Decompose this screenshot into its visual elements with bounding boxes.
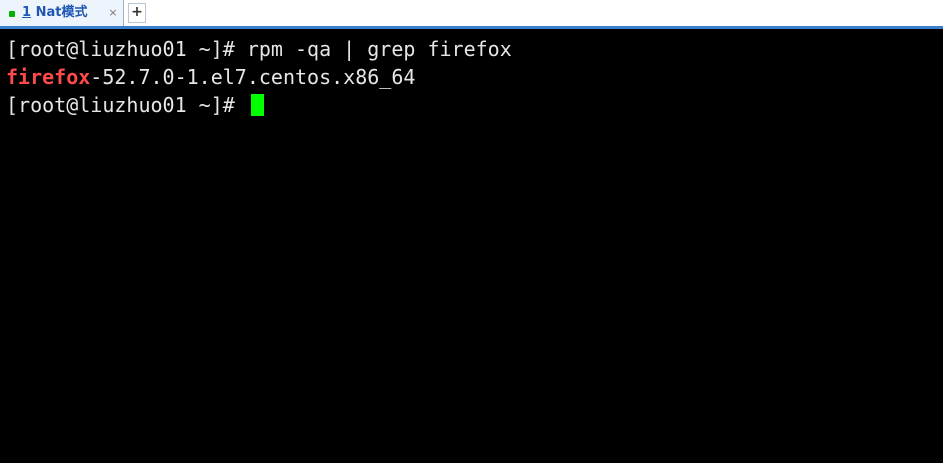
session-status-icon [9, 11, 15, 17]
tab-title: Nat模式 [35, 5, 88, 20]
terminal-output[interactable]: [root@liuzhuo01 ~]# rpm -qa | grep firef… [0, 32, 943, 463]
tab-number: 1 [22, 5, 32, 20]
shell-prompt: [root@liuzhuo01 ~]# [6, 37, 247, 61]
tab-label: 1 Nat模式 [22, 5, 87, 21]
terminal-line: firefox-52.7.0-1.el7.centos.x86_64 [6, 63, 415, 91]
grep-match-highlight: firefox [6, 65, 91, 89]
tab-bar: 1 Nat模式 × + [0, 0, 943, 29]
shell-command: rpm -qa | grep firefox [246, 37, 512, 61]
terminal-cursor [250, 94, 264, 116]
session-tab[interactable]: 1 Nat模式 × [0, 0, 124, 26]
terminal-line: [root@liuzhuo01 ~]# [6, 91, 264, 119]
terminal-app: 1 Nat模式 × + [root@liuzhuo01 ~]# rpm -qa … [0, 0, 943, 463]
new-tab-button[interactable]: + [128, 3, 146, 23]
shell-prompt: [root@liuzhuo01 ~]# [6, 93, 247, 117]
package-name: -52.7.0-1.el7.centos.x86_64 [90, 65, 416, 89]
close-tab-icon[interactable]: × [107, 6, 119, 20]
terminal-line: [root@liuzhuo01 ~]# rpm -qa | grep firef… [6, 35, 512, 63]
